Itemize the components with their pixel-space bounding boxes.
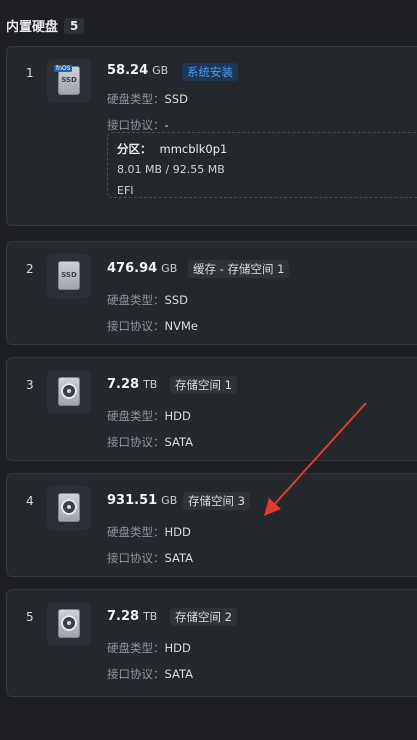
ssd-drive-icon: SSD: [47, 254, 91, 298]
disk-size: 58.24 GB: [107, 63, 169, 78]
section-header: 内置硬盘 5: [6, 16, 85, 35]
disk-size: 7.28 TB: [107, 377, 158, 392]
storage-space-tag: 存储空间 2: [170, 608, 237, 626]
hdd-drive-icon: [47, 370, 91, 414]
hdd-drive-icon: [47, 486, 91, 530]
disk-interface-row: 接口协议：NVMe: [107, 319, 198, 333]
disk-count-badge: 5: [64, 17, 85, 34]
disk-type-row: 硬盘类型：SSD: [107, 92, 188, 106]
system-install-tag: 系统安装: [182, 63, 238, 81]
disk-interface-row: 接口协议：SATA: [107, 435, 193, 449]
disk-size: 931.51 GB: [107, 493, 178, 508]
cache-storage-tag: 缓存 - 存储空间 1: [188, 260, 290, 278]
disk-index: 3: [26, 378, 34, 392]
disk-card-1[interactable]: 1 SSD fnOS 58.24 GB 系统安装 硬盘类型：SSD 接口协议：- …: [6, 46, 417, 226]
partition-name: 分区： mmcblk0p1: [117, 142, 228, 156]
ssd-fnos-drive-icon: SSD fnOS: [47, 59, 91, 103]
storage-space-tag: 存储空间 1: [170, 376, 237, 394]
disk-interface-row: 接口协议：SATA: [107, 667, 193, 681]
hdd-drive-icon: [47, 602, 91, 646]
disk-type-row: 硬盘类型：HDD: [107, 525, 191, 539]
disk-card-5[interactable]: 5 7.28 TB 存储空间 2 硬盘类型：HDD 接口协议：SATA: [6, 589, 417, 697]
disk-type-row: 硬盘类型：HDD: [107, 409, 191, 423]
disk-size: 476.94 GB: [107, 261, 178, 276]
disk-card-2[interactable]: 2 SSD 476.94 GB 缓存 - 存储空间 1 硬盘类型：SSD 接口协议…: [6, 241, 417, 345]
section-title: 内置硬盘: [6, 20, 59, 35]
storage-space-tag: 存储空间 3: [183, 492, 250, 510]
disk-index: 1: [26, 66, 34, 80]
disk-index: 5: [26, 610, 34, 624]
disk-type-row: 硬盘类型：SSD: [107, 293, 188, 307]
disk-card-3[interactable]: 3 7.28 TB 存储空间 1 硬盘类型：HDD 接口协议：SATA: [6, 357, 417, 461]
partition-box: 分区： mmcblk0p1 8.01 MB / 92.55 MB EFI: [107, 132, 417, 198]
disk-card-4[interactable]: 4 931.51 GB 存储空间 3 硬盘类型：HDD 接口协议：SATA: [6, 473, 417, 577]
disk-type-row: 硬盘类型：HDD: [107, 641, 191, 655]
disk-interface-row: 接口协议：-: [107, 118, 169, 132]
disk-interface-row: 接口协议：SATA: [107, 551, 193, 565]
disk-index: 2: [26, 262, 34, 276]
partition-filesystem: EFI: [117, 184, 134, 197]
disk-size: 7.28 TB: [107, 609, 158, 624]
disk-index: 4: [26, 494, 34, 508]
partition-usage: 8.01 MB / 92.55 MB: [117, 163, 225, 176]
